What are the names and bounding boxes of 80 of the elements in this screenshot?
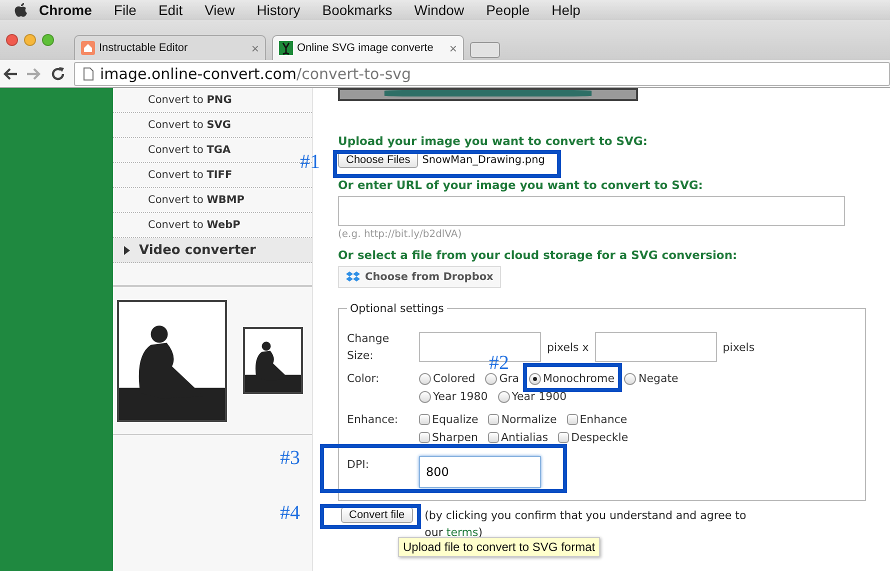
color-option[interactable]: Monochrome (529, 370, 614, 387)
annotation-label: #4 (280, 503, 300, 523)
menu-item[interactable]: View (194, 2, 246, 18)
minimize-window-icon[interactable] (24, 34, 36, 46)
sidebar-item[interactable]: Convert to TIFF (148, 169, 232, 181)
dropbox-button[interactable]: Choose from Dropbox (338, 266, 502, 288)
cloud-heading: Or select a file from your cloud storage for a SVG conversion: (338, 248, 738, 263)
radio-button[interactable] (485, 372, 498, 384)
menu-item[interactable]: People (475, 2, 541, 18)
box-icon (346, 271, 360, 283)
size-label: Change Size: (347, 331, 390, 364)
radio-button[interactable] (624, 372, 636, 384)
reload-icon[interactable] (50, 66, 66, 82)
close-tab-icon[interactable]: × (449, 40, 457, 56)
upload-heading: Upload your image you want to convert to SVG: (338, 134, 648, 149)
browser-tab[interactable]: Instructable Editor × (74, 35, 266, 60)
enhance-label: Enhance: (347, 412, 400, 428)
enhance-option[interactable]: Antialias (488, 429, 548, 446)
tooltip: Upload file to convert to SVG format (398, 537, 600, 557)
color-label: Color: (347, 371, 380, 387)
checkbox[interactable] (566, 414, 578, 425)
enhance-option[interactable]: Enhance (566, 411, 628, 428)
enhance-option[interactable]: Despeckle (558, 429, 628, 446)
color-option[interactable]: Year 1980 (419, 388, 488, 405)
menu-item[interactable]: Edit (147, 2, 194, 18)
convert-button[interactable]: Convert file (341, 507, 413, 523)
terms-link[interactable]: terms (446, 526, 478, 539)
menu-item[interactable]: History (246, 2, 312, 18)
apple-logo-icon[interactable] (14, 2, 28, 18)
close-window-icon[interactable] (6, 34, 18, 46)
url-field[interactable] (338, 196, 845, 226)
sidebar-item[interactable]: Convert to WBMP (148, 194, 244, 206)
page-icon (83, 66, 94, 80)
browser-tab[interactable]: Online SVG image converte × (272, 35, 464, 60)
figure-icon (279, 41, 293, 55)
menu-item[interactable]: File (102, 2, 148, 18)
enhance-option[interactable]: Equalize (419, 411, 478, 428)
menu-item[interactable]: Chrome (28, 2, 103, 18)
menu-item[interactable]: Bookmarks (311, 2, 404, 18)
menu-item[interactable]: Window (403, 2, 476, 18)
radio-button[interactable] (419, 372, 431, 384)
enhance-option[interactable]: Sharpen (419, 429, 478, 446)
radio-button[interactable] (498, 390, 510, 402)
address-field[interactable]: image.online-convert.com/convert-to-svg (74, 62, 890, 86)
checkbox[interactable] (558, 432, 570, 443)
unit-label: pixels x (547, 340, 589, 356)
sidebar-item[interactable]: Convert to SVG (148, 119, 232, 131)
new-tab-button[interactable] (470, 42, 500, 58)
dpi-field[interactable]: 800 (419, 456, 541, 488)
sidebar-section[interactable]: Video converter (113, 238, 312, 263)
forward-icon[interactable] (26, 66, 42, 80)
dpi-label: DPI: (347, 457, 370, 473)
settings-legend: Optional settings (347, 302, 447, 315)
back-icon[interactable] (2, 66, 18, 80)
zoom-window-icon[interactable] (42, 34, 54, 46)
checkbox[interactable] (488, 432, 499, 443)
annotation-label: #3 (280, 448, 300, 468)
triangle-icon (123, 246, 131, 254)
height-field[interactable] (594, 332, 717, 362)
sidebar-item[interactable]: Convert to TGA (148, 144, 231, 156)
menu-item[interactable]: Help (540, 2, 592, 18)
radio-button[interactable] (529, 372, 542, 384)
sidebar-item[interactable]: Convert to WebP (148, 219, 240, 231)
url-hint: (e.g. http://bit.ly/b2dlVA) (338, 229, 463, 240)
checkbox[interactable] (419, 432, 430, 443)
annotation-label: #2 (489, 353, 509, 373)
url-heading: Or enter URL of your image you want to convert to SVG: (338, 178, 704, 193)
color-option[interactable]: Negate (624, 370, 678, 387)
checkbox[interactable] (488, 414, 500, 425)
color-option[interactable]: Year 1900 (498, 388, 567, 405)
color-option[interactable]: Gra (485, 370, 520, 387)
sidebar-item[interactable]: Convert to PNG (148, 94, 232, 106)
annotation-label: #1 (300, 152, 320, 172)
house-icon (81, 41, 95, 55)
file-name: SnowMan_Drawing.png (422, 154, 545, 166)
unit-label: pixels (722, 340, 755, 356)
enhance-option[interactable]: Normalize (488, 411, 557, 428)
color-option[interactable]: Colored (419, 370, 476, 387)
radio-button[interactable] (419, 390, 431, 402)
checkbox[interactable] (419, 414, 430, 425)
